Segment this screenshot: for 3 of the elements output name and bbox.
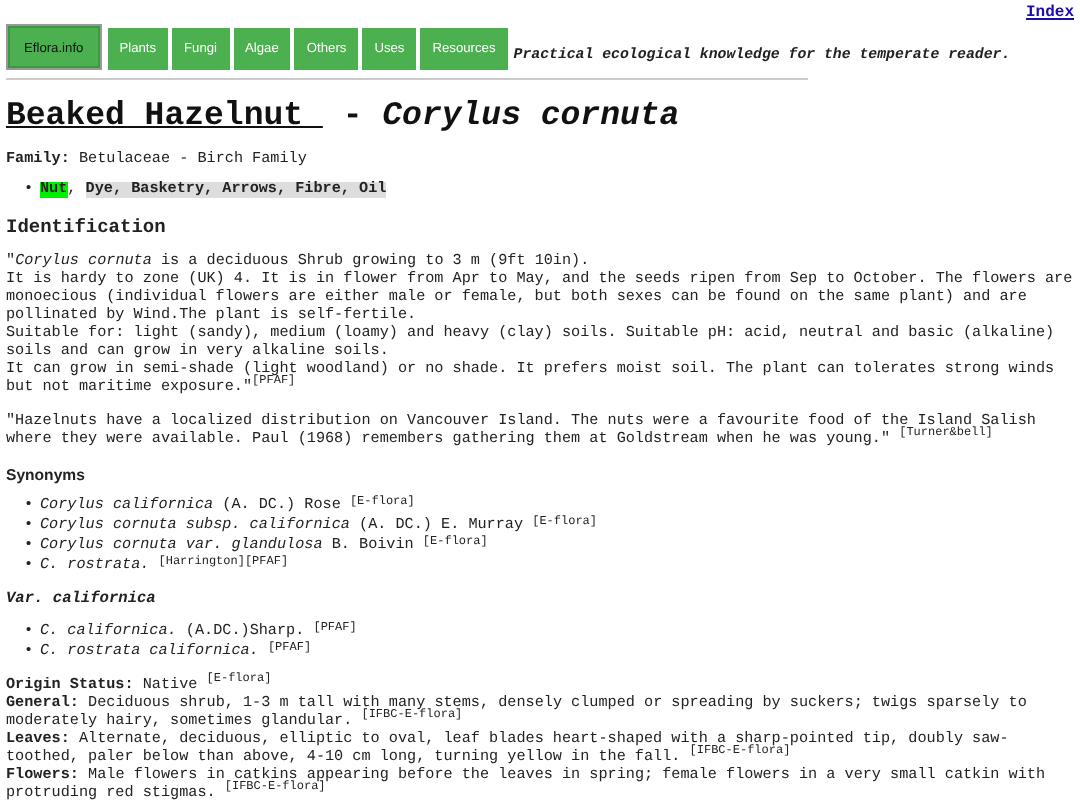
index-link[interactable]: Index [1025,4,1074,24]
section-heading: Identification [6,218,168,236]
page-title: Beaked Hazelnut - Corylus cornuta [6,96,682,136]
